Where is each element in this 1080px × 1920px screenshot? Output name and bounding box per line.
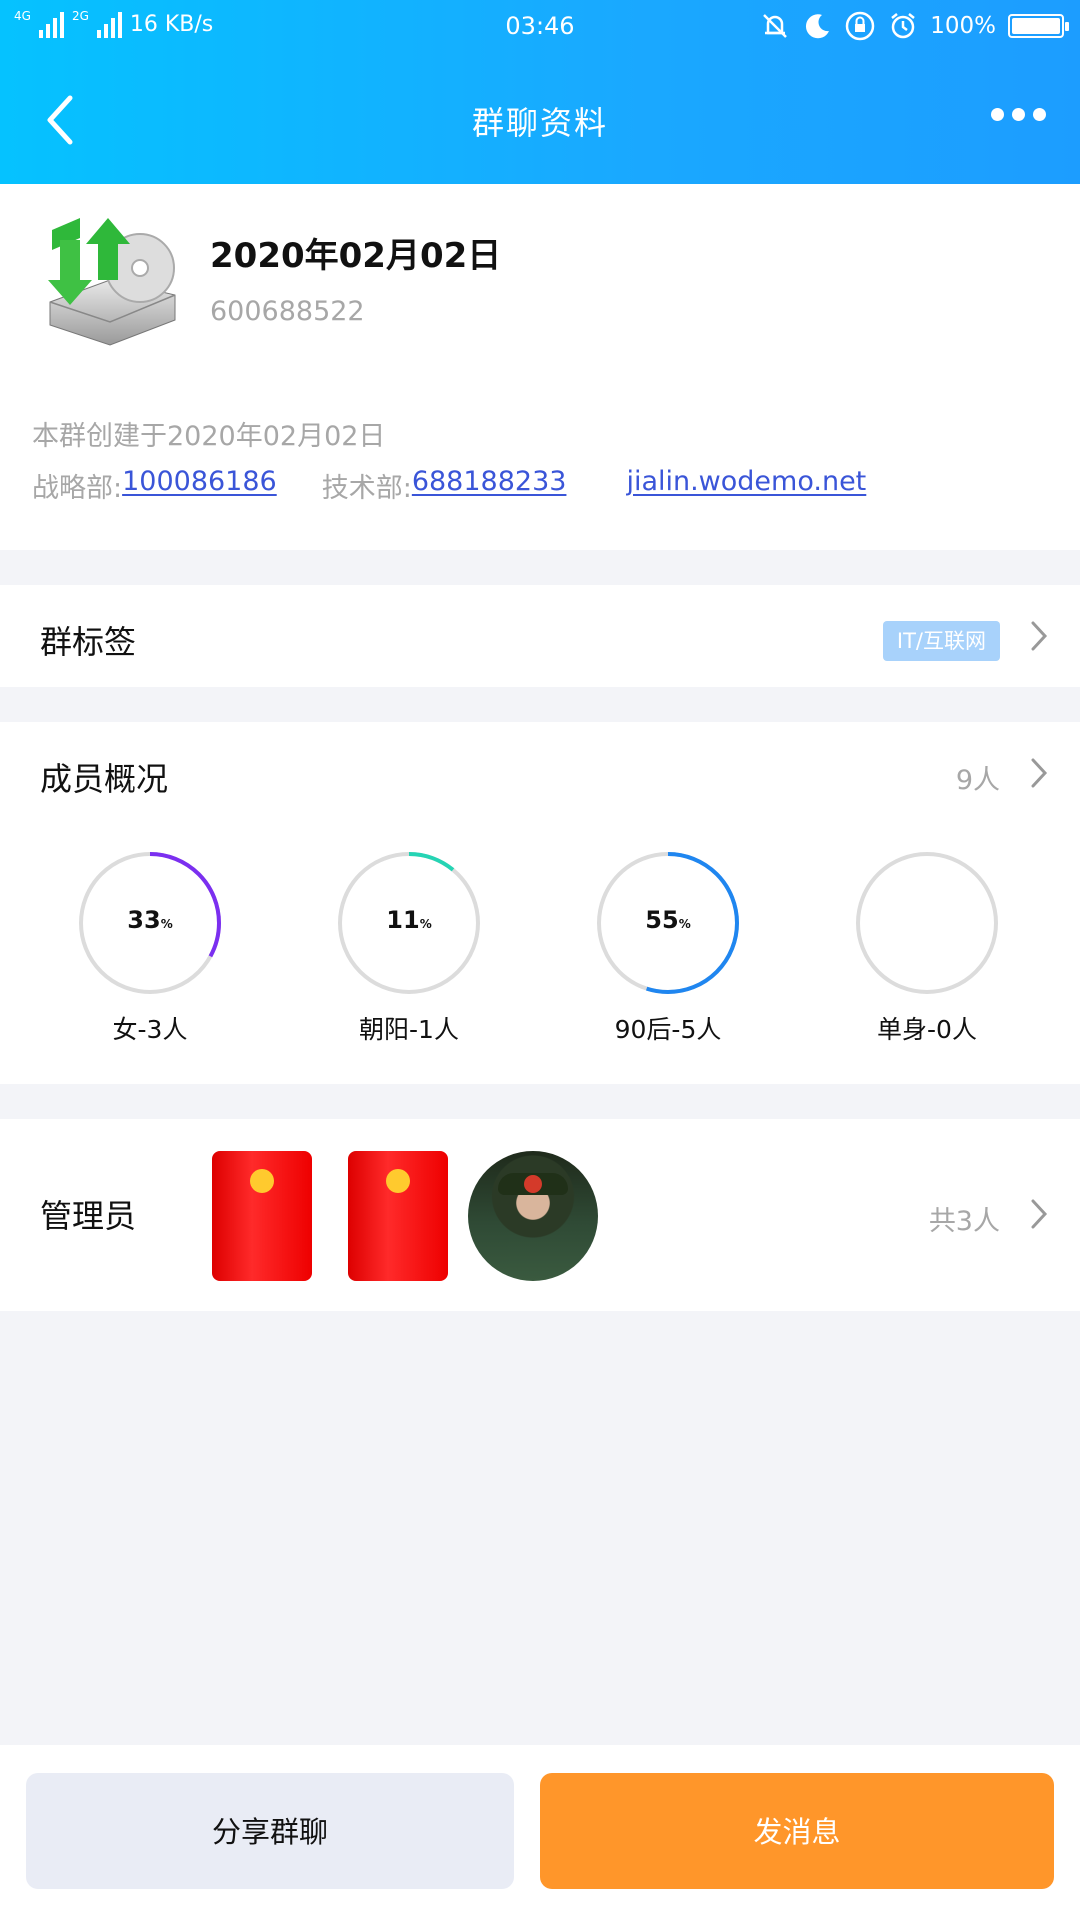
members-count[interactable]: 9人: [956, 758, 1000, 797]
moon-icon: [806, 14, 830, 39]
battery-icon: [1008, 14, 1069, 38]
stat-female: 33% 女-3人: [50, 848, 250, 1046]
tag-badge: IT/互联网: [882, 621, 1000, 661]
ring-percent: 11%: [386, 906, 432, 934]
admins-title: 管理员: [40, 1197, 137, 1235]
status-bar: 4G 2G 16 KB/s 03:46 100%: [0, 0, 1080, 52]
members-title: 成员概况: [40, 760, 169, 798]
admin-avatar[interactable]: [348, 1151, 448, 1281]
link-strategy-id[interactable]: 100086186: [122, 466, 277, 505]
alarm-icon: [891, 13, 916, 39]
mute-bell-icon: [763, 14, 788, 38]
ring-percent: 55%: [645, 906, 691, 934]
constitution-book-icon: [348, 1151, 448, 1281]
members-overview: 成员概况 9人 33% 女-3人 11% 朝阳-1人 55% 90后-5人 单身…: [0, 722, 1080, 1084]
admin-avatar[interactable]: [212, 1151, 312, 1281]
admins-count: 共3人: [928, 1206, 1000, 1237]
chevron-right-icon[interactable]: [1028, 756, 1050, 790]
group-info-card: 2020年02月02日 600688522 本群创建于2020年02月02日 战…: [0, 184, 1080, 550]
ring-label: 朝阳-1人: [359, 1015, 459, 1044]
link-label: 战略部:: [32, 473, 123, 504]
status-right: 100%: [760, 10, 1069, 42]
admin-avatar-photo[interactable]: [468, 1151, 598, 1281]
header: 4G 2G 16 KB/s 03:46 100% 群聊资料: [0, 0, 1080, 184]
nav-bar: 群聊资料: [0, 60, 1080, 180]
more-icon[interactable]: [991, 108, 1046, 121]
stat-single: 单身-0人: [827, 848, 1027, 1046]
battery-percent: 100%: [930, 13, 996, 39]
link-tech-id[interactable]: 688188233: [412, 466, 567, 505]
group-name: 2020年02月02日: [210, 236, 502, 276]
group-id: 600688522: [210, 296, 365, 327]
chevron-right-icon: [1031, 621, 1048, 651]
ring-label: 90后-5人: [614, 1015, 722, 1044]
group-tags-row[interactable]: 群标签 IT/互联网: [0, 585, 1080, 687]
ring-percent: 33%: [127, 906, 173, 934]
group-links: 战略部: 100086186 技术部: 688188233 jialin.wod…: [32, 466, 866, 505]
constitution-book-icon: [212, 1151, 312, 1281]
ring-label: 女-3人: [112, 1015, 188, 1044]
page-title: 群聊资料: [471, 104, 608, 142]
group-created-date: 本群创建于2020年02月02日: [32, 421, 386, 452]
ring-label: 单身-0人: [877, 1015, 977, 1044]
admins-row[interactable]: 管理员 共3人: [0, 1119, 1080, 1311]
send-message-button[interactable]: 发消息: [540, 1773, 1054, 1889]
bottom-action-bar: 分享群聊 发消息: [0, 1745, 1080, 1920]
tags-title: 群标签: [40, 623, 137, 661]
link-label: 技术部:: [321, 473, 412, 504]
share-group-button[interactable]: 分享群聊: [26, 1773, 514, 1889]
rotation-lock-icon: [845, 11, 875, 41]
chevron-right-icon: [1031, 1199, 1048, 1229]
stat-post90: 55% 90后-5人: [568, 848, 768, 1046]
link-website[interactable]: jialin.wodemo.net: [626, 466, 866, 505]
group-avatar-icon: [48, 218, 176, 346]
stat-chaoyang: 11% 朝阳-1人: [309, 848, 509, 1046]
